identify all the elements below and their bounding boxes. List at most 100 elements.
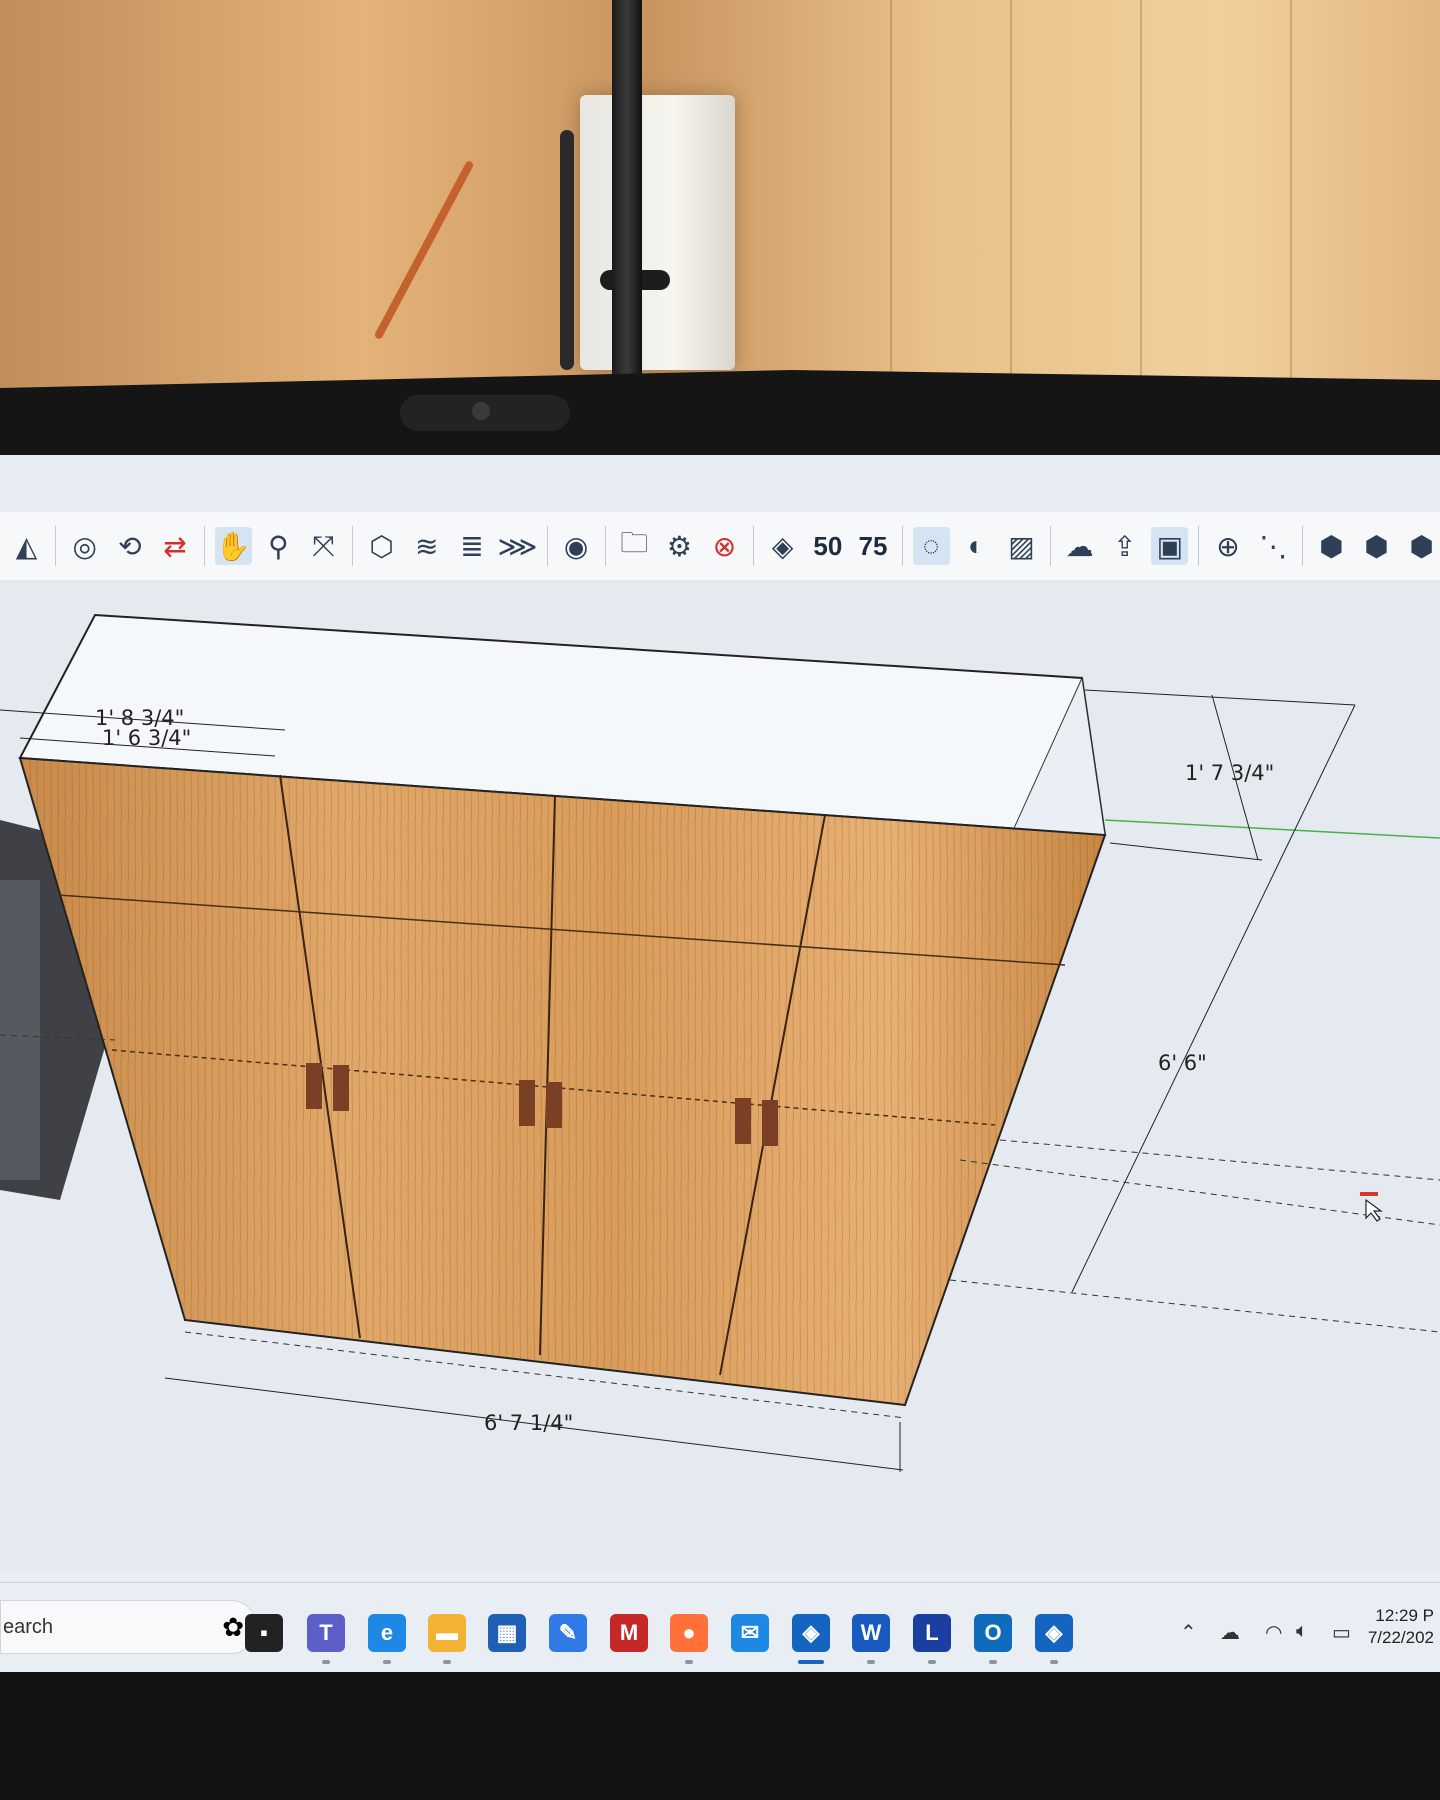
wall-router xyxy=(580,95,735,370)
label-75: 75 xyxy=(858,530,888,561)
running-indicator xyxy=(1050,1660,1058,1664)
adjacent-appliance-face xyxy=(0,880,40,1180)
word-icon[interactable]: W xyxy=(852,1614,890,1652)
store-icon[interactable]: ▦ xyxy=(488,1614,526,1652)
toolbar-separator xyxy=(352,526,354,566)
sketchup-icon[interactable]: ◈ xyxy=(792,1614,830,1652)
search-highlight-icon: ✿ xyxy=(222,1611,244,1642)
door-handle xyxy=(519,1080,535,1126)
running-indicator xyxy=(867,1660,875,1664)
wifi-icon[interactable]: ◠ xyxy=(1265,1620,1282,1645)
hexagon-slash-icon[interactable]: ⬢ xyxy=(1358,527,1395,565)
wall-panel-line xyxy=(1010,0,1012,390)
toolbar-separator xyxy=(55,526,57,566)
mail-icon[interactable]: ✉ xyxy=(731,1614,769,1652)
door-handle xyxy=(762,1100,778,1146)
toolbar-separator xyxy=(901,526,903,566)
door-handle xyxy=(546,1082,562,1128)
l-app-icon[interactable]: L xyxy=(913,1614,951,1652)
position-camera-icon[interactable]: ◎ xyxy=(66,527,103,565)
wall-panel-line xyxy=(890,0,892,390)
layers-icon[interactable]: ≋ xyxy=(408,527,445,565)
wall-panel-line xyxy=(1140,0,1142,390)
dim-line-height xyxy=(1071,704,1356,1293)
running-indicator xyxy=(798,1660,824,1664)
account-icon[interactable]: ◉ xyxy=(558,527,595,565)
task-view-icon[interactable]: ▪ xyxy=(245,1614,283,1652)
droplet-icon[interactable]: ◌ xyxy=(912,527,950,565)
cabinet-model: 1' 8 3/4" 1' 6 3/4" 1' 7 3/4" 6' 6" 6' 7… xyxy=(0,613,1440,1472)
look-around-icon[interactable]: ⟲ xyxy=(111,527,148,565)
sketchup-toolbar: ◭ ◎ ⟲ ⇄ ✋ ⚲ ⤧ ⬡ ≋ ≣ ⋙ ◉ 🗀 ⚙ ⊗ ◈ 50 75 ◌ ◐ ▨ ☁ ⇪ ▣ ⊕ ⋱ ⬢ ⬢ ⬢ xyxy=(0,512,1440,581)
hexagon-cloud-icon[interactable]: ⬢ xyxy=(1403,527,1440,565)
taskbar-search[interactable]: earch ✿ xyxy=(0,1600,257,1654)
door-handle xyxy=(306,1063,322,1109)
wood-grain xyxy=(20,758,1105,1405)
toolbar-separator xyxy=(753,526,755,566)
system-clock[interactable]: 12:29 P 7/22/202 xyxy=(1368,1605,1434,1649)
clock-date: 7/22/202 xyxy=(1367,1628,1434,1647)
wall-shadow xyxy=(0,0,360,390)
close-circle-icon[interactable]: ⊗ xyxy=(706,527,743,565)
firefox-icon[interactable]: ● xyxy=(670,1614,708,1652)
volume-icon[interactable]: 🔈︎ xyxy=(1296,1620,1308,1643)
dashed-line-icon[interactable]: ⋱ xyxy=(1255,527,1292,565)
tags-icon[interactable]: ⋙ xyxy=(498,527,538,565)
dim-top-inner: 1' 6 3/4" xyxy=(102,726,191,750)
dim-line-depth-top xyxy=(1084,689,1356,706)
model-viewport[interactable]: 1' 8 3/4" 1' 6 3/4" 1' 7 3/4" 6' 6" 6' 7… xyxy=(0,580,1440,1570)
running-indicator xyxy=(443,1660,451,1664)
edge-icon[interactable]: e xyxy=(368,1614,406,1652)
toolbar-separator xyxy=(546,526,548,566)
toolbar-separator xyxy=(1050,526,1051,566)
zoom-icon[interactable]: ⚲ xyxy=(260,527,297,565)
settings-gear-icon[interactable]: ⚙ xyxy=(661,527,698,565)
cloud-x-icon[interactable]: ☁ xyxy=(1061,527,1098,565)
running-indicator xyxy=(989,1660,997,1664)
wall-panel-line xyxy=(1290,0,1292,390)
preview-icon[interactable]: ◈ xyxy=(764,527,801,565)
zoom-extents-icon[interactable]: ⤧ xyxy=(305,527,342,565)
battery-icon[interactable]: ▭ xyxy=(1332,1620,1351,1645)
outliner-icon[interactable]: ≣ xyxy=(453,527,490,565)
door-handle xyxy=(735,1098,751,1144)
dim-width: 6' 7 1/4" xyxy=(484,1411,573,1435)
hatch-icon[interactable]: ▨ xyxy=(1003,527,1040,565)
file-explorer-icon[interactable]: ▬ xyxy=(428,1614,466,1652)
running-indicator xyxy=(322,1660,330,1664)
add-point-icon[interactable]: ⊕ xyxy=(1209,527,1246,565)
mcafee-icon[interactable]: M xyxy=(610,1614,648,1652)
inference-line xyxy=(999,1139,1440,1181)
onedrive-icon[interactable]: ☁ xyxy=(1220,1620,1240,1645)
dim-height: 6' 6" xyxy=(1158,1051,1207,1075)
dim-line-depth-bottom xyxy=(1109,842,1263,861)
laptop-bottom-bezel xyxy=(0,1672,1440,1800)
running-indicator xyxy=(383,1660,391,1664)
sketchup-cursor-icon[interactable]: ▣ xyxy=(1151,527,1189,565)
dim-depth: 1' 7 3/4" xyxy=(1185,761,1274,785)
search-text: earch xyxy=(3,1615,54,1638)
toolbar-separator xyxy=(1301,526,1303,566)
pan-icon[interactable]: ✋ xyxy=(214,527,252,565)
running-indicator xyxy=(928,1660,936,1664)
open-folder-icon[interactable]: 🗀 xyxy=(616,527,653,565)
toolbar-separator xyxy=(203,526,205,566)
cloud-upload-icon[interactable]: ⇪ xyxy=(1106,527,1143,565)
webcam-icon xyxy=(472,402,490,420)
tray-chevron-icon[interactable]: ⌃ xyxy=(1180,1620,1197,1645)
sketch-app-icon[interactable]: ✎ xyxy=(549,1614,587,1652)
upload-50-icon[interactable]: 50 xyxy=(809,527,846,565)
pan-cursor-icon xyxy=(1360,1192,1383,1222)
orbit-icon[interactable]: ⇄ xyxy=(156,527,193,565)
green-axis xyxy=(1104,819,1440,839)
outlook-icon[interactable]: O xyxy=(974,1614,1012,1652)
hexagon-clock-icon[interactable]: ⬢ xyxy=(1313,527,1350,565)
sketchup-layout-icon[interactable]: ◈ xyxy=(1035,1614,1073,1652)
black-cable xyxy=(560,130,574,370)
upload-75-icon[interactable]: 75 xyxy=(854,527,891,565)
section-plane-icon[interactable]: ◭ xyxy=(8,527,45,565)
toolbar-separator xyxy=(1198,526,1200,566)
model-info-icon[interactable]: ⬡ xyxy=(363,527,400,565)
teams-icon[interactable]: T xyxy=(307,1614,345,1652)
contrast-icon[interactable]: ◐ xyxy=(958,527,995,565)
